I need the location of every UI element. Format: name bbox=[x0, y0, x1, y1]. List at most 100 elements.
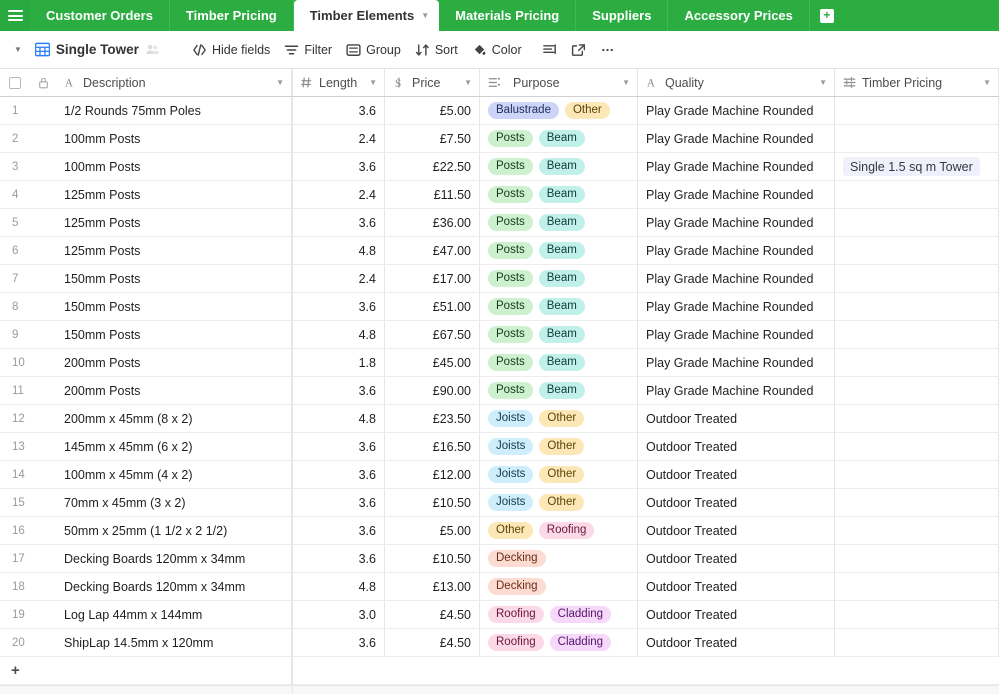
table-row[interactable]: 11 200mm Posts 3.6 £90.00 Posts Beam Play Grad… bbox=[0, 377, 999, 405]
column-header-timber-pricing[interactable]: Timber Pricing ▼ bbox=[835, 69, 999, 96]
add-record-button[interactable]: + bbox=[0, 657, 292, 684]
cell-price[interactable]: £47.00 bbox=[385, 237, 480, 264]
cell-timber-pricing[interactable] bbox=[835, 629, 999, 656]
add-table-button[interactable]: + bbox=[810, 0, 844, 31]
cell-quality[interactable]: Play Grade Machine Rounded bbox=[638, 153, 835, 180]
cell-length[interactable]: 3.0 bbox=[292, 601, 385, 628]
cell-timber-pricing[interactable]: Single 1.5 sq m Tower bbox=[835, 153, 999, 180]
table-row[interactable]: 4 125mm Posts 2.4 £11.50 Posts Beam Play Grade… bbox=[0, 181, 999, 209]
cell-description[interactable]: 125mm Posts bbox=[56, 209, 292, 236]
filter-button[interactable]: Filter bbox=[277, 37, 339, 63]
cell-purpose[interactable]: Posts Beam bbox=[480, 153, 638, 180]
cell-purpose[interactable]: Posts Beam bbox=[480, 321, 638, 348]
cell-description[interactable]: 1/2 Rounds 75mm Poles bbox=[56, 97, 292, 124]
cell-length[interactable]: 3.6 bbox=[292, 433, 385, 460]
chevron-down-icon[interactable]: ▼ bbox=[421, 11, 429, 20]
table-row[interactable]: 15 70mm x 45mm (3 x 2) 3.6 £10.50 Joists Othe… bbox=[0, 489, 999, 517]
table-row[interactable]: 14 100mm x 45mm (4 x 2) 3.6 £12.00 Joists Oth… bbox=[0, 461, 999, 489]
cell-quality[interactable]: Outdoor Treated bbox=[638, 601, 835, 628]
cell-price[interactable]: £5.00 bbox=[385, 517, 480, 544]
cell-length[interactable]: 3.6 bbox=[292, 209, 385, 236]
cell-quality[interactable]: Play Grade Machine Rounded bbox=[638, 293, 835, 320]
cell-quality[interactable]: Outdoor Treated bbox=[638, 517, 835, 544]
cell-length[interactable]: 2.4 bbox=[292, 125, 385, 152]
column-header-length[interactable]: Length ▼ bbox=[292, 69, 385, 96]
cell-length[interactable]: 3.6 bbox=[292, 461, 385, 488]
cell-price[interactable]: £23.50 bbox=[385, 405, 480, 432]
cell-price[interactable]: £51.00 bbox=[385, 293, 480, 320]
cell-price[interactable]: £90.00 bbox=[385, 377, 480, 404]
cell-quality[interactable]: Outdoor Treated bbox=[638, 489, 835, 516]
cell-purpose[interactable]: Joists Other bbox=[480, 489, 638, 516]
cell-timber-pricing[interactable] bbox=[835, 573, 999, 600]
cell-length[interactable]: 2.4 bbox=[292, 265, 385, 292]
cell-description[interactable]: 100mm Posts bbox=[56, 125, 292, 152]
cell-purpose[interactable]: Joists Other bbox=[480, 405, 638, 432]
cell-price[interactable]: £67.50 bbox=[385, 321, 480, 348]
cell-quality[interactable]: Outdoor Treated bbox=[638, 573, 835, 600]
chevron-down-icon[interactable]: ▼ bbox=[983, 78, 991, 87]
cell-length[interactable]: 3.6 bbox=[292, 153, 385, 180]
cell-quality[interactable]: Play Grade Machine Rounded bbox=[638, 321, 835, 348]
menu-button[interactable] bbox=[0, 0, 30, 31]
cell-timber-pricing[interactable] bbox=[835, 461, 999, 488]
cell-length[interactable]: 3.6 bbox=[292, 517, 385, 544]
cell-quality[interactable]: Play Grade Machine Rounded bbox=[638, 181, 835, 208]
cell-purpose[interactable]: Posts Beam bbox=[480, 265, 638, 292]
cell-length[interactable]: 2.4 bbox=[292, 181, 385, 208]
cell-price[interactable]: £13.00 bbox=[385, 573, 480, 600]
cell-quality[interactable]: Outdoor Treated bbox=[638, 433, 835, 460]
cell-description[interactable]: 200mm Posts bbox=[56, 377, 292, 404]
tab-materials-pricing[interactable]: Materials Pricing bbox=[439, 0, 577, 31]
cell-description[interactable]: 50mm x 25mm (1 1/2 x 2 1/2) bbox=[56, 517, 292, 544]
more-options-button[interactable] bbox=[593, 37, 622, 63]
cell-purpose[interactable]: Posts Beam bbox=[480, 377, 638, 404]
cell-description[interactable]: Log Lap 44mm x 144mm bbox=[56, 601, 292, 628]
cell-description[interactable]: 200mm Posts bbox=[56, 349, 292, 376]
cell-quality[interactable]: Play Grade Machine Rounded bbox=[638, 265, 835, 292]
cell-description[interactable]: 150mm Posts bbox=[56, 293, 292, 320]
cell-description[interactable]: Decking Boards 120mm x 34mm bbox=[56, 573, 292, 600]
table-row[interactable]: 17 Decking Boards 120mm x 34mm 3.6 £10.50 De… bbox=[0, 545, 999, 573]
cell-quality[interactable]: Outdoor Treated bbox=[638, 461, 835, 488]
cell-price[interactable]: £5.00 bbox=[385, 97, 480, 124]
current-view-button[interactable]: Single Tower bbox=[28, 37, 167, 63]
cell-purpose[interactable]: Posts Beam bbox=[480, 293, 638, 320]
cell-length[interactable]: 1.8 bbox=[292, 349, 385, 376]
hide-fields-button[interactable]: Hide fields bbox=[185, 37, 277, 63]
cell-length[interactable]: 4.8 bbox=[292, 237, 385, 264]
cell-timber-pricing[interactable] bbox=[835, 237, 999, 264]
cell-purpose[interactable]: Posts Beam bbox=[480, 125, 638, 152]
table-row[interactable]: 20 ShipLap 14.5mm x 120mm 3.6 £4.50 Roofing C… bbox=[0, 629, 999, 657]
table-row[interactable]: 3 100mm Posts 3.6 £22.50 Posts Beam Play Grade… bbox=[0, 153, 999, 181]
cell-purpose[interactable]: Posts Beam bbox=[480, 181, 638, 208]
table-row[interactable]: 7 150mm Posts 2.4 £17.00 Posts Beam Play Grade… bbox=[0, 265, 999, 293]
row-height-button[interactable] bbox=[535, 37, 564, 63]
cell-price[interactable]: £17.00 bbox=[385, 265, 480, 292]
cell-quality[interactable]: Play Grade Machine Rounded bbox=[638, 97, 835, 124]
tab-timber-elements[interactable]: Timber Elements ▼ bbox=[293, 0, 440, 31]
cell-timber-pricing[interactable] bbox=[835, 405, 999, 432]
tab-accessory-prices[interactable]: Accessory Prices bbox=[668, 0, 810, 31]
cell-price[interactable]: £16.50 bbox=[385, 433, 480, 460]
table-row[interactable]: 2 100mm Posts 2.4 £7.50 Posts Beam Play Grade … bbox=[0, 125, 999, 153]
table-row[interactable]: 9 150mm Posts 4.8 £67.50 Posts Beam Play Grade… bbox=[0, 321, 999, 349]
cell-quality[interactable]: Play Grade Machine Rounded bbox=[638, 349, 835, 376]
cell-price[interactable]: £22.50 bbox=[385, 153, 480, 180]
cell-quality[interactable]: Play Grade Machine Rounded bbox=[638, 125, 835, 152]
table-row[interactable]: 12 200mm x 45mm (8 x 2) 4.8 £23.50 Joists Oth… bbox=[0, 405, 999, 433]
cell-purpose[interactable]: Roofing Cladding bbox=[480, 629, 638, 656]
column-header-price[interactable]: S Price ▼ bbox=[385, 69, 480, 96]
cell-length[interactable]: 4.8 bbox=[292, 573, 385, 600]
sort-button[interactable]: Sort bbox=[408, 37, 465, 63]
cell-description[interactable]: 70mm x 45mm (3 x 2) bbox=[56, 489, 292, 516]
tab-timber-pricing[interactable]: Timber Pricing bbox=[170, 0, 294, 31]
cell-length[interactable]: 3.6 bbox=[292, 629, 385, 656]
cell-timber-pricing[interactable] bbox=[835, 433, 999, 460]
cell-description[interactable]: 125mm Posts bbox=[56, 237, 292, 264]
cell-timber-pricing[interactable] bbox=[835, 265, 999, 292]
cell-quality[interactable]: Play Grade Machine Rounded bbox=[638, 377, 835, 404]
cell-price[interactable]: £10.50 bbox=[385, 545, 480, 572]
column-header-description[interactable]: A Description ▼ bbox=[56, 69, 292, 96]
cell-length[interactable]: 3.6 bbox=[292, 293, 385, 320]
